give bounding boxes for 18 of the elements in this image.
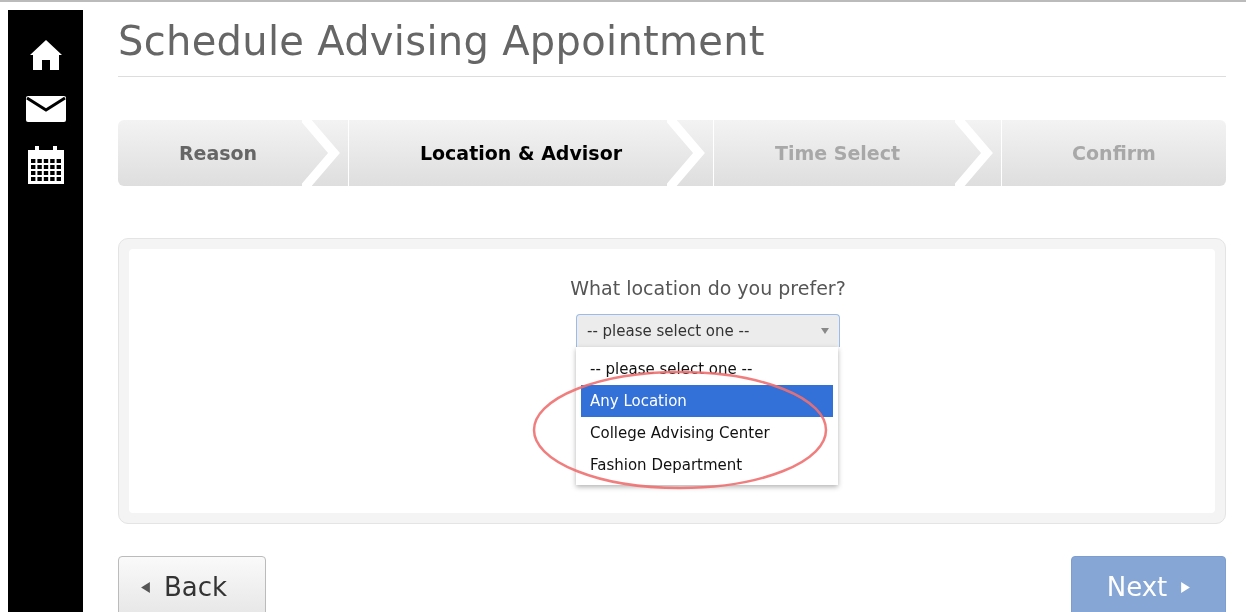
mail-icon[interactable] xyxy=(25,96,66,122)
dropdown-option[interactable]: Fashion Department xyxy=(581,449,833,481)
page-title: Schedule Advising Appointment xyxy=(118,18,766,64)
dropdown-option[interactable]: College Advising Center xyxy=(581,417,833,449)
chevron-icon xyxy=(955,120,995,186)
calendar-icon[interactable] xyxy=(27,146,64,184)
caret-icon xyxy=(821,328,829,334)
left-triangle-icon xyxy=(141,581,150,593)
chevron-icon xyxy=(667,120,707,186)
right-triangle-icon xyxy=(1181,581,1191,593)
location-select[interactable]: -- please select one -- xyxy=(576,314,840,347)
dropdown-option[interactable]: -- please select one -- xyxy=(581,353,833,385)
chevron-icon xyxy=(302,120,342,186)
step-tab[interactable]: Location & Advisor xyxy=(349,120,714,186)
step-tab[interactable]: Reason xyxy=(118,120,349,186)
dropdown-option[interactable]: Any Location xyxy=(581,385,833,417)
back-button[interactable]: Back xyxy=(118,556,266,612)
question-label: What location do you prefer? xyxy=(570,277,846,299)
